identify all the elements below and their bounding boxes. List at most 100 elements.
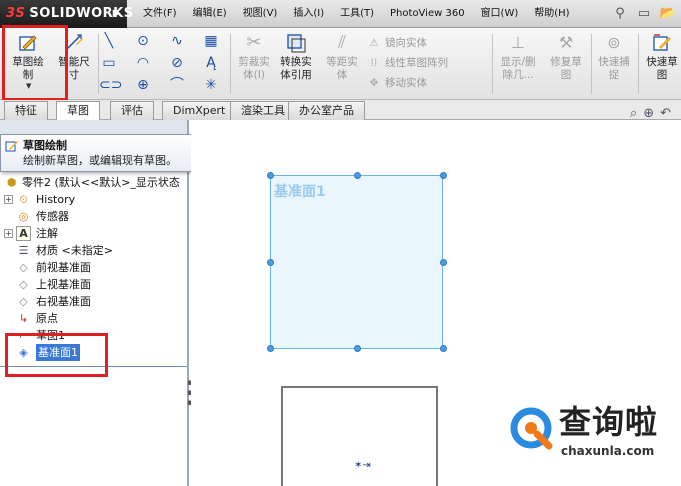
new-document-icon[interactable]: ▭ <box>635 5 653 23</box>
tree-item-label: 前视基准面 <box>36 261 91 274</box>
slot-icon[interactable]: ⊂⊃ <box>99 76 122 94</box>
trim-label: 剪裁实 体(I) <box>238 56 270 81</box>
rapid-sketch-button[interactable]: 快速草 图 <box>640 30 681 96</box>
command-tabs: 特征 草图 评估 DimXpert 渲染工具 办公室产品 <box>0 100 681 120</box>
polygon-icon[interactable]: ⊕ <box>133 76 153 94</box>
plane-handle[interactable] <box>440 172 447 179</box>
line-icon[interactable]: ╲ <box>99 32 119 50</box>
tab-evaluate[interactable]: 评估 <box>110 101 154 120</box>
circle-icon[interactable]: ⊙ <box>133 32 153 50</box>
material-icon: ☰ <box>18 244 29 257</box>
ellipse-icon[interactable]: ⊘ <box>167 54 187 72</box>
open-folder-icon[interactable]: 📂 <box>659 5 677 23</box>
tree-item-top-plane[interactable]: ◇ 上视基准面 <box>4 276 189 293</box>
title-toolbar: ⚲ ▭ 📂 <box>611 5 677 23</box>
linear-pattern-icon: ⁞⁞ <box>370 57 378 69</box>
tab-sketch[interactable]: 草图 <box>56 101 100 120</box>
command-manager: 草图绘 制 ▼ 智能尺 寸 ╲ ⊙ ∿ ▦ ▭ ◠ ⊘ Ą ⊂⊃ ⊕ ⌒ ✳ ✂… <box>0 28 681 100</box>
tree-item-material[interactable]: ☰ 材质 <未指定> <box>4 242 189 259</box>
menu-photoview[interactable]: PhotoView 360 <box>382 0 473 28</box>
logo-arrow-icon[interactable]: ▶ <box>113 0 121 28</box>
tab-features[interactable]: 特征 <box>4 101 48 120</box>
previous-view-icon[interactable]: ↶ <box>660 106 671 121</box>
plane-handle[interactable] <box>354 172 361 179</box>
watermark-logo-icon <box>510 407 553 450</box>
zoom-area-icon[interactable]: ⊕ <box>643 106 654 121</box>
pin-icon[interactable]: ⚲ <box>611 5 629 23</box>
menu-file[interactable]: 文件(F) <box>135 0 185 28</box>
pattern-commands: ⚠ 镜向实体 ⁞⁞ 线性草图阵列 ✥ 移动实体 <box>367 33 487 93</box>
tooltip-title: 草图绘制 <box>23 139 67 152</box>
plane1-preview[interactable] <box>270 175 443 349</box>
plane-handle[interactable] <box>267 259 274 266</box>
tab-render-tools[interactable]: 渲染工具 <box>230 101 296 120</box>
arc-icon[interactable]: ◠ <box>133 54 153 72</box>
trim-entities-button[interactable]: ✂ 剪裁实 体(I) <box>232 30 276 96</box>
origin-marker-icon: ✶⇥ <box>354 460 371 471</box>
tree-item-label: 右视基准面 <box>36 295 91 308</box>
convert-entities-button[interactable]: 转换实 体引用 <box>274 30 318 96</box>
origin-icon: ↳ <box>18 312 29 325</box>
spline-icon[interactable]: ∿ <box>167 32 187 50</box>
point-icon[interactable]: ✳ <box>201 76 221 94</box>
offset-entities-button[interactable]: ⫽ 等距实 体 <box>320 30 364 96</box>
tree-item-sensors[interactable]: ◎ 传感器 <box>4 208 189 225</box>
mirror-label: 镜向实体 <box>385 37 427 49</box>
title-bar: 3S SOLIDWORKS ▶ 文件(F) 编辑(E) 视图(V) 插入(I) 工… <box>0 0 681 28</box>
trim-icon: ✂ <box>246 32 262 53</box>
tree-item-origin[interactable]: ↳ 原点 <box>4 310 189 327</box>
tree-item-history[interactable]: + ⏲ History <box>4 191 189 208</box>
repair-icon: ⚒ <box>558 33 574 52</box>
watermark-text: 查询啦 <box>559 403 659 441</box>
linear-pattern-command[interactable]: ⁞⁞ 线性草图阵列 <box>367 53 487 73</box>
menu-edit[interactable]: 编辑(E) <box>185 0 235 28</box>
plane-handle[interactable] <box>440 345 447 352</box>
tree-item-right-plane[interactable]: ◇ 右视基准面 <box>4 293 189 310</box>
move-entities-command[interactable]: ✥ 移动实体 <box>367 73 487 93</box>
mirror-entities-command[interactable]: ⚠ 镜向实体 <box>367 33 487 53</box>
grid-icon[interactable]: ▦ <box>201 32 221 50</box>
quick-snap-label: 快速捕 捉 <box>598 56 630 81</box>
plane-icon: ◇ <box>19 278 28 291</box>
menu-insert[interactable]: 插入(I) <box>285 0 332 28</box>
fillet-icon[interactable]: ⌒ <box>167 76 187 94</box>
text-icon[interactable]: Ą <box>201 54 221 72</box>
mirror-icon: ⚠ <box>369 37 379 49</box>
sketch-tools-grid: ╲ ⊙ ∿ ▦ ▭ ◠ ⊘ Ą ⊂⊃ ⊕ ⌒ ✳ <box>99 32 227 94</box>
tree-root[interactable]: ⬢ 零件2 (默认<<默认>_显示状态 <box>4 174 189 191</box>
tab-office-products[interactable]: 办公室产品 <box>288 101 365 120</box>
plane-handle[interactable] <box>267 172 274 179</box>
display-delete-relations-button[interactable]: ⊥ 显示/删 除几... <box>496 30 540 96</box>
menu-window[interactable]: 窗口(W) <box>473 0 527 28</box>
quick-snaps-button[interactable]: ⊚ 快速捕 捉 <box>592 30 636 96</box>
sketch-tooltip: 草图绘制 绘制新草图，或编辑现有草图。 <box>0 134 205 172</box>
offset-label: 等距实 体 <box>326 56 358 81</box>
rectangle-icon[interactable]: ▭ <box>99 54 119 72</box>
menu-view[interactable]: 视图(V) <box>235 0 286 28</box>
plane-handle[interactable] <box>267 345 274 352</box>
menu-tools[interactable]: 工具(T) <box>332 0 382 28</box>
offset-icon: ⫽ <box>337 32 347 53</box>
show-delete-label: 显示/删 除几... <box>500 56 536 81</box>
plane1-label: 基准面1 <box>274 184 326 200</box>
feature-manager-panel: ⬢ 零件2 (默认<<默认>_显示状态 + ⏲ History ◎ 传感器 + … <box>0 120 193 486</box>
expand-icon[interactable]: + <box>4 229 13 238</box>
tree-item-front-plane[interactable]: ◇ 前视基准面 <box>4 259 189 276</box>
plane-handle[interactable] <box>354 345 361 352</box>
part-icon: ⬢ <box>6 176 17 189</box>
sketch-button-highlight <box>2 25 68 101</box>
plane1-highlight <box>5 333 108 377</box>
tab-dimxpert[interactable]: DimXpert <box>162 101 237 120</box>
repair-sketch-button[interactable]: ⚒ 修复草 图 <box>544 30 588 96</box>
expand-icon[interactable]: + <box>4 195 13 204</box>
ds-logo-mark: 3S <box>6 6 26 21</box>
existing-plane-outline[interactable] <box>281 386 438 486</box>
plane-handle[interactable] <box>440 259 447 266</box>
linear-pattern-label: 线性草图阵列 <box>385 57 448 69</box>
zoom-to-fit-icon[interactable]: ⌕ <box>630 106 637 121</box>
solidworks-logo[interactable]: 3S SOLIDWORKS ▶ <box>0 0 133 28</box>
tree-item-annotations[interactable]: + A 注解 <box>4 225 189 242</box>
separator <box>638 34 639 94</box>
relations-icon: ⊥ <box>511 33 525 52</box>
menu-help[interactable]: 帮助(H) <box>526 0 577 28</box>
